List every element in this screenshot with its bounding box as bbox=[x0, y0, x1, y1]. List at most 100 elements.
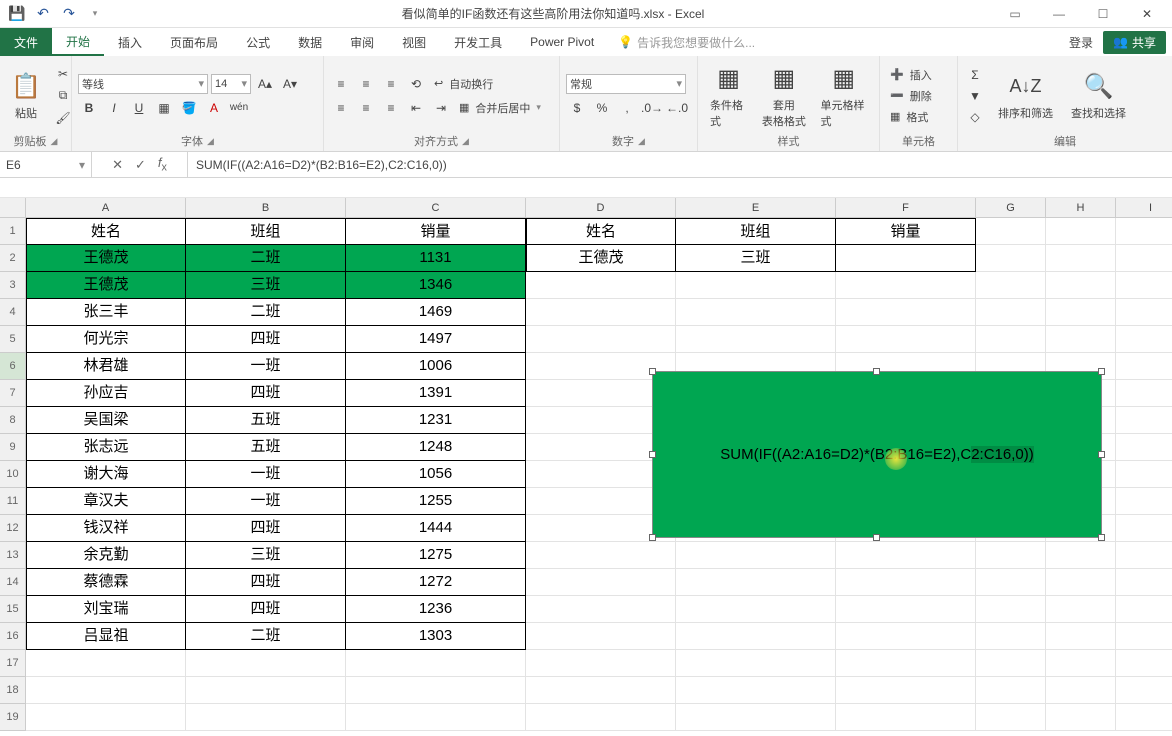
cell-D18[interactable] bbox=[526, 677, 676, 704]
formula-bar[interactable]: SUM(IF((A2:A16=D2)*(B2:B16=E2),C2:C16,0)… bbox=[188, 152, 1172, 177]
fill-color-button[interactable]: 🪣 bbox=[178, 98, 200, 118]
cell-G19[interactable] bbox=[976, 704, 1046, 731]
cell-E2[interactable]: 三班 bbox=[676, 245, 836, 272]
align-right-icon[interactable]: ≡ bbox=[380, 98, 402, 118]
cell-E3[interactable] bbox=[676, 272, 836, 299]
align-middle-icon[interactable]: ≡ bbox=[355, 74, 377, 94]
font-color-button[interactable]: A bbox=[203, 98, 225, 118]
cell-H4[interactable] bbox=[1046, 299, 1116, 326]
row-header-13[interactable]: 13 bbox=[0, 542, 26, 569]
row-header-1[interactable]: 1 bbox=[0, 218, 26, 245]
cell-E19[interactable] bbox=[676, 704, 836, 731]
cell-B12[interactable]: 四班 bbox=[186, 515, 346, 542]
cell-I3[interactable] bbox=[1116, 272, 1172, 299]
cell-A12[interactable]: 钱汉祥 bbox=[26, 515, 186, 542]
cell-A15[interactable]: 刘宝瑞 bbox=[26, 596, 186, 623]
cell-B9[interactable]: 五班 bbox=[186, 434, 346, 461]
paste-button[interactable]: 📋 粘贴 bbox=[6, 69, 46, 123]
row-header-3[interactable]: 3 bbox=[0, 272, 26, 299]
tab-developer[interactable]: 开发工具 bbox=[440, 28, 516, 56]
row-header-11[interactable]: 11 bbox=[0, 488, 26, 515]
font-launcher-icon[interactable]: ◢ bbox=[207, 136, 214, 147]
conditional-format-button[interactable]: ▦条件格式 bbox=[704, 61, 753, 131]
percent-format-icon[interactable]: % bbox=[591, 98, 613, 118]
cell-B14[interactable]: 四班 bbox=[186, 569, 346, 596]
cell-styles-button[interactable]: ▦单元格样式 bbox=[814, 61, 873, 131]
row-header-6[interactable]: 6 bbox=[0, 353, 26, 380]
font-size-combo[interactable]: 14▾ bbox=[211, 74, 251, 94]
cell-F2[interactable] bbox=[836, 245, 976, 272]
cell-E4[interactable] bbox=[676, 299, 836, 326]
tab-page-layout[interactable]: 页面布局 bbox=[156, 28, 232, 56]
row-header-17[interactable]: 17 bbox=[0, 650, 26, 677]
tab-review[interactable]: 审阅 bbox=[336, 28, 388, 56]
cell-G5[interactable] bbox=[976, 326, 1046, 353]
undo-icon[interactable]: ↶ bbox=[34, 5, 52, 23]
col-header-G[interactable]: G bbox=[976, 198, 1046, 218]
cell-D13[interactable] bbox=[526, 542, 676, 569]
cell-A3[interactable]: 王德茂 bbox=[26, 272, 186, 299]
cell-H15[interactable] bbox=[1046, 596, 1116, 623]
merge-center-button[interactable]: ▦合并后居中▾ bbox=[455, 98, 545, 118]
cell-F13[interactable] bbox=[836, 542, 976, 569]
cell-D5[interactable] bbox=[526, 326, 676, 353]
row-header-2[interactable]: 2 bbox=[0, 245, 26, 272]
comma-format-icon[interactable]: , bbox=[616, 98, 638, 118]
cell-H3[interactable] bbox=[1046, 272, 1116, 299]
cell-E1[interactable]: 班组 bbox=[676, 218, 836, 245]
cell-A7[interactable]: 孙应吉 bbox=[26, 380, 186, 407]
cell-C6[interactable]: 1006 bbox=[346, 353, 526, 380]
cell-B5[interactable]: 四班 bbox=[186, 326, 346, 353]
cell-C15[interactable]: 1236 bbox=[346, 596, 526, 623]
accounting-format-icon[interactable]: $ bbox=[566, 98, 588, 118]
fill-icon[interactable]: ▼ bbox=[964, 86, 986, 106]
increase-indent-icon[interactable]: ⇥ bbox=[430, 98, 452, 118]
cell-F5[interactable] bbox=[836, 326, 976, 353]
align-left-icon[interactable]: ≡ bbox=[330, 98, 352, 118]
cell-I16[interactable] bbox=[1116, 623, 1172, 650]
cell-H18[interactable] bbox=[1046, 677, 1116, 704]
decrease-font-icon[interactable]: A▾ bbox=[279, 74, 301, 94]
col-header-H[interactable]: H bbox=[1046, 198, 1116, 218]
cell-A13[interactable]: 余克勤 bbox=[26, 542, 186, 569]
cell-H16[interactable] bbox=[1046, 623, 1116, 650]
cell-D19[interactable] bbox=[526, 704, 676, 731]
cell-D14[interactable] bbox=[526, 569, 676, 596]
clipboard-launcher-icon[interactable]: ◢ bbox=[51, 136, 58, 147]
cell-D2[interactable]: 王德茂 bbox=[526, 245, 676, 272]
align-bottom-icon[interactable]: ≡ bbox=[380, 74, 402, 94]
format-cells-button[interactable]: ▦格式 bbox=[886, 107, 936, 127]
tab-view[interactable]: 视图 bbox=[388, 28, 440, 56]
login-link[interactable]: 登录 bbox=[1069, 34, 1093, 51]
cell-C13[interactable]: 1275 bbox=[346, 542, 526, 569]
italic-button[interactable]: I bbox=[103, 98, 125, 118]
cell-B17[interactable] bbox=[186, 650, 346, 677]
cell-C18[interactable] bbox=[346, 677, 526, 704]
cell-A17[interactable] bbox=[26, 650, 186, 677]
cell-H5[interactable] bbox=[1046, 326, 1116, 353]
border-button[interactable]: ▦ bbox=[153, 98, 175, 118]
col-header-F[interactable]: F bbox=[836, 198, 976, 218]
share-button[interactable]: 👥 共享 bbox=[1103, 31, 1166, 54]
col-header-E[interactable]: E bbox=[676, 198, 836, 218]
cell-F17[interactable] bbox=[836, 650, 976, 677]
cell-A19[interactable] bbox=[26, 704, 186, 731]
cell-A9[interactable]: 张志远 bbox=[26, 434, 186, 461]
cell-A1[interactable]: 姓名 bbox=[26, 218, 186, 245]
tab-insert[interactable]: 插入 bbox=[104, 28, 156, 56]
col-header-I[interactable]: I bbox=[1116, 198, 1172, 218]
cell-C12[interactable]: 1444 bbox=[346, 515, 526, 542]
row-header-7[interactable]: 7 bbox=[0, 380, 26, 407]
cell-A8[interactable]: 吴国梁 bbox=[26, 407, 186, 434]
cell-C2[interactable]: 1131 bbox=[346, 245, 526, 272]
row-header-4[interactable]: 4 bbox=[0, 299, 26, 326]
cell-B1[interactable]: 班组 bbox=[186, 218, 346, 245]
cell-I19[interactable] bbox=[1116, 704, 1172, 731]
underline-button[interactable]: U bbox=[128, 98, 150, 118]
cell-G2[interactable] bbox=[976, 245, 1046, 272]
row-header-15[interactable]: 15 bbox=[0, 596, 26, 623]
alignment-launcher-icon[interactable]: ◢ bbox=[462, 136, 469, 147]
cell-A5[interactable]: 何光宗 bbox=[26, 326, 186, 353]
tab-formulas[interactable]: 公式 bbox=[232, 28, 284, 56]
cell-A2[interactable]: 王德茂 bbox=[26, 245, 186, 272]
